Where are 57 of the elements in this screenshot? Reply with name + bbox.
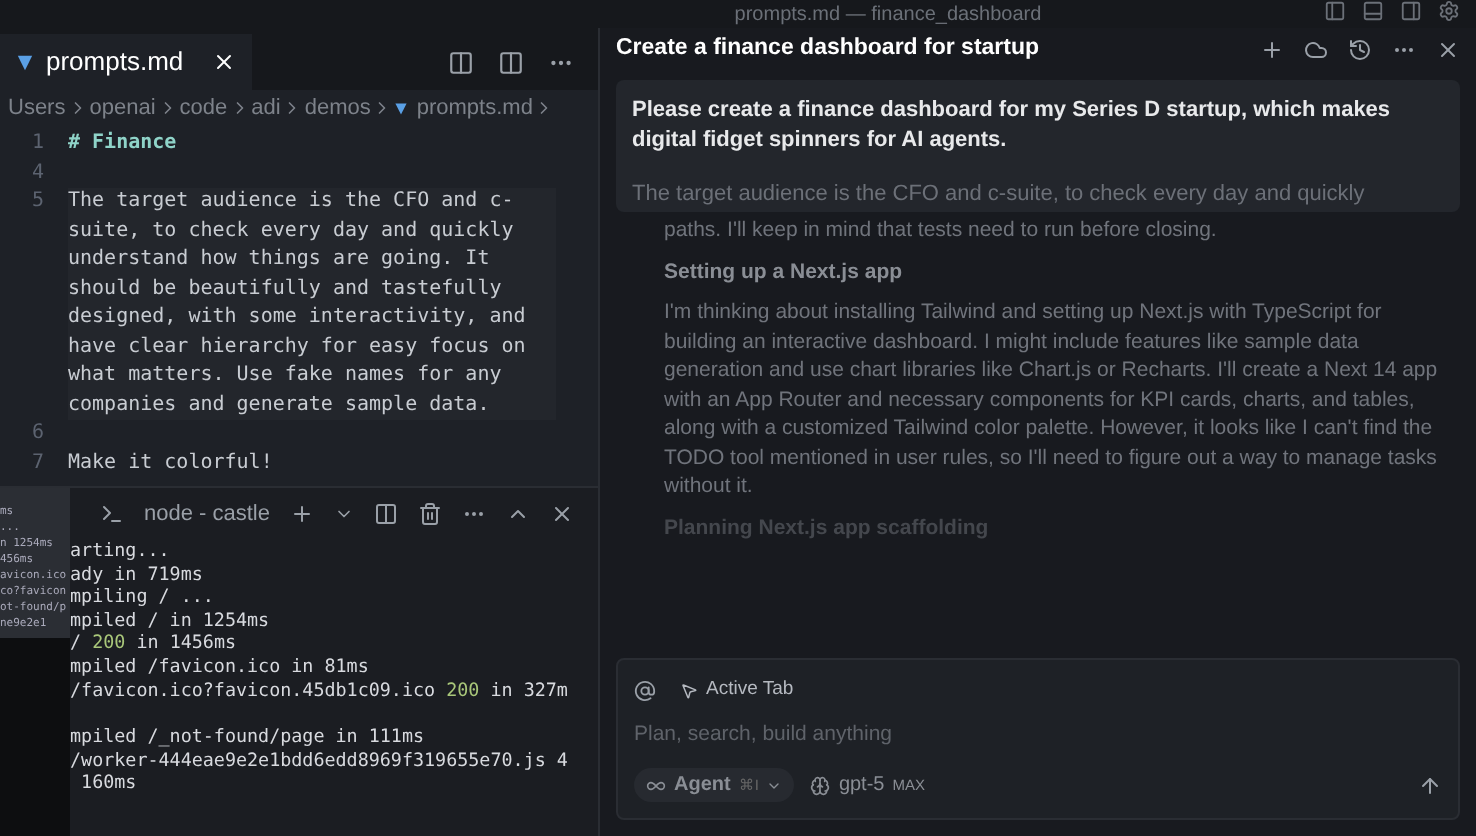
markdown-file-icon (16, 53, 34, 71)
cloud-icon[interactable] (1304, 38, 1328, 62)
window-title: prompts.md — finance_dashboard (734, 1, 1042, 29)
breadcrumb-item[interactable]: openai (89, 91, 156, 125)
terminal-title[interactable]: node - castle (144, 497, 270, 531)
split-terminal-icon[interactable] (374, 502, 398, 526)
markdown-file-icon (394, 101, 409, 115)
markdown-text: The target audience is the CFO and c-suite, to check every day and quickly understand how things are going. It should be beautifully and tastefully designed, with some interactivity, and have clear hierarchy for easy focus on what matters. Use fake names for any companies and generate sample data. (68, 188, 556, 420)
sidebar-toggle-icon[interactable] (1324, 0, 1346, 22)
line-number: 6 (29, 420, 46, 448)
mention-icon[interactable] (634, 679, 656, 702)
preview-icon[interactable] (448, 49, 474, 75)
send-icon[interactable] (1418, 773, 1442, 797)
right-panel-icon[interactable] (1400, 0, 1422, 22)
context-chip[interactable]: Active Tab (680, 676, 794, 705)
markdown-text: Make it colorful! (68, 449, 273, 477)
chat-title: Create a finance dashboard for startup (616, 34, 1040, 65)
close-icon[interactable] (550, 502, 574, 526)
breadcrumb-item[interactable]: Users (8, 91, 66, 125)
line-number: 7 (29, 449, 46, 477)
terminal-line: mpiled /_not-found/page in 111ms (70, 726, 427, 750)
thinking-text: I'm thinking about installing Tailwind and setting up Next.js with TypeScript for building an interactive dashboard. I might include features like sample data generation and use chart libraries like Chart.js or Recharts. I'll create a Next 14 app with an App Router and necessary components for KPI cards, charts, and tables, along with a customized Tailwind color palette. However, it looks like I can't find the TODO tool mentioned in user rules, so I'll need to figure out a way to manage tasks without it. (664, 298, 1440, 501)
panel-toggle-icon[interactable] (1362, 0, 1384, 22)
close-icon[interactable] (1436, 38, 1460, 62)
terminal-line: ady in 719ms (70, 563, 205, 587)
split-editor-icon[interactable] (498, 49, 524, 75)
terminal-line: / 200 in 1456ms (70, 632, 239, 656)
breadcrumb-item[interactable]: adi (251, 91, 281, 125)
terminal-line: mpiling / ... (70, 586, 216, 610)
file-tab[interactable]: prompts.md (0, 34, 252, 90)
terminal-line: mpiled /favicon.ico in 81ms (70, 655, 371, 680)
history-icon[interactable] (1348, 38, 1372, 62)
line-number: 1 (29, 130, 46, 158)
close-icon[interactable] (211, 50, 236, 74)
new-terminal-icon[interactable] (290, 502, 314, 526)
thinking-text: paths. I'll keep in mind that tests need to run before closing. (664, 216, 1219, 245)
terminal-icon (100, 502, 125, 526)
line-number: 4 (29, 159, 46, 187)
terminal-line: /worker-444eae9e2e1bdd6edd8969f319655e70.js 4 (70, 749, 570, 773)
terminal-line: 160ms (79, 772, 139, 796)
line-number: 5 (29, 188, 46, 216)
settings-icon[interactable] (1438, 0, 1460, 22)
breadcrumb-item[interactable]: demos (304, 91, 371, 125)
breadcrumb-item[interactable]: code (179, 91, 228, 125)
breadcrumb-item[interactable]: prompts.md (416, 91, 533, 125)
terminal-line: mpiled / in 1254ms (70, 609, 272, 633)
user-message: Please create a finance dashboard for my Series D startup, which makes digital fidget spinners for AI agents. (632, 96, 1393, 156)
user-message-continued: The target audience is the CFO and c-suite, to check every day and quickly (632, 180, 1367, 210)
trash-icon[interactable] (418, 502, 442, 526)
new-chat-icon[interactable] (1260, 38, 1284, 62)
markdown-heading: # Finance (68, 130, 177, 158)
brain-icon (810, 775, 831, 795)
terminal-line: /favicon.ico?favicon.45db1c09.ico 200 in 327m (70, 679, 570, 703)
thinking-heading: Setting up a Next.js app (664, 257, 905, 286)
chat-input[interactable]: Plan, search, build anything (634, 720, 1442, 752)
pointer-icon (680, 681, 698, 700)
terminal-line: arting... (70, 540, 172, 564)
